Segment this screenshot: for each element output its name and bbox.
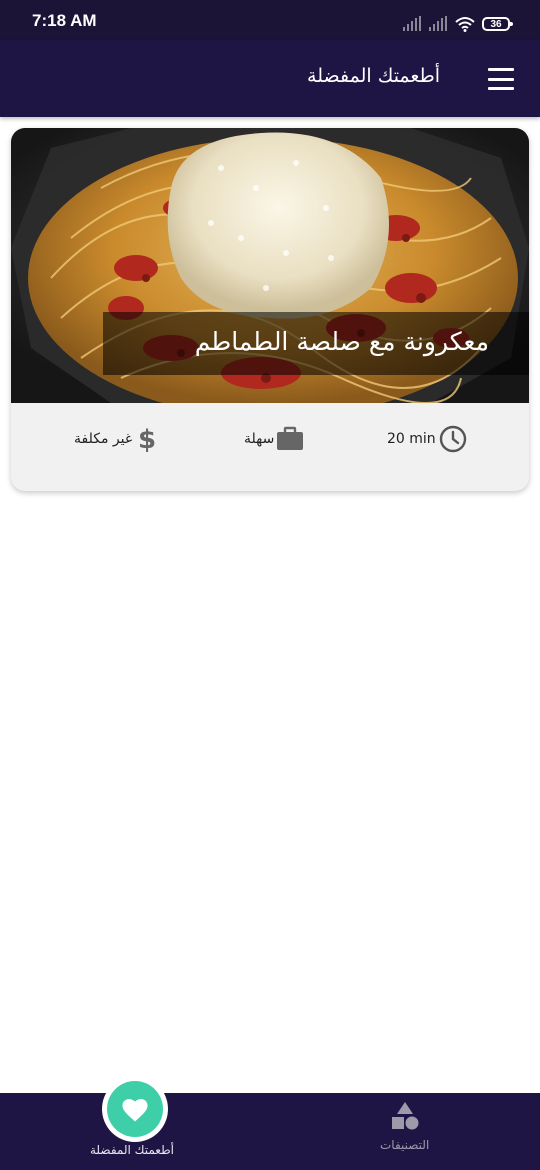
meal-affordability: غير مكلفة $ [74, 424, 158, 454]
meal-complexity: سهلة [244, 424, 305, 454]
menu-icon[interactable] [488, 68, 514, 90]
status-time: 7:18 AM [32, 11, 97, 30]
meal-duration: 20 min [387, 424, 468, 454]
nav-label-favorites[interactable]: أطعمتك المفضلة [90, 1143, 174, 1157]
complexity-label: سهلة [244, 431, 275, 447]
app-bar: أطعمتك المفضلة [0, 40, 540, 117]
briefcase-icon [277, 426, 304, 450]
meal-title-overlay: معكرونة مع صلصة الطماطم [103, 312, 529, 375]
affordability-label: غير مكلفة [74, 431, 133, 447]
nav-item-favorites[interactable] [102, 1076, 168, 1142]
status-icons: 36 [402, 14, 513, 34]
page-title: أطعمتك المفضلة [307, 65, 440, 87]
heart-icon [122, 1099, 148, 1122]
battery-level: 36 [490, 18, 502, 30]
svg-text:$: $ [138, 425, 156, 454]
status-bar: 7:18 AM 36 [0, 0, 540, 40]
signal-icon [429, 16, 447, 31]
dollar-icon: $ [138, 425, 156, 454]
favorites-button-bg [107, 1081, 163, 1137]
meal-card[interactable]: معكرونة مع صلصة الطماطم 20 min سهلة غير … [11, 128, 529, 491]
clock-icon [439, 425, 466, 453]
battery-icon: 36 [482, 17, 513, 31]
nav-label-categories[interactable]: التصنيفات [380, 1138, 429, 1152]
meal-title: معكرونة مع صلصة الطماطم [194, 327, 489, 356]
signal-icon [403, 16, 421, 31]
wifi-icon [455, 17, 475, 32]
bottom-nav [0, 1093, 540, 1170]
duration-label: 20 min [387, 431, 436, 447]
category-icon[interactable] [389, 1101, 421, 1131]
